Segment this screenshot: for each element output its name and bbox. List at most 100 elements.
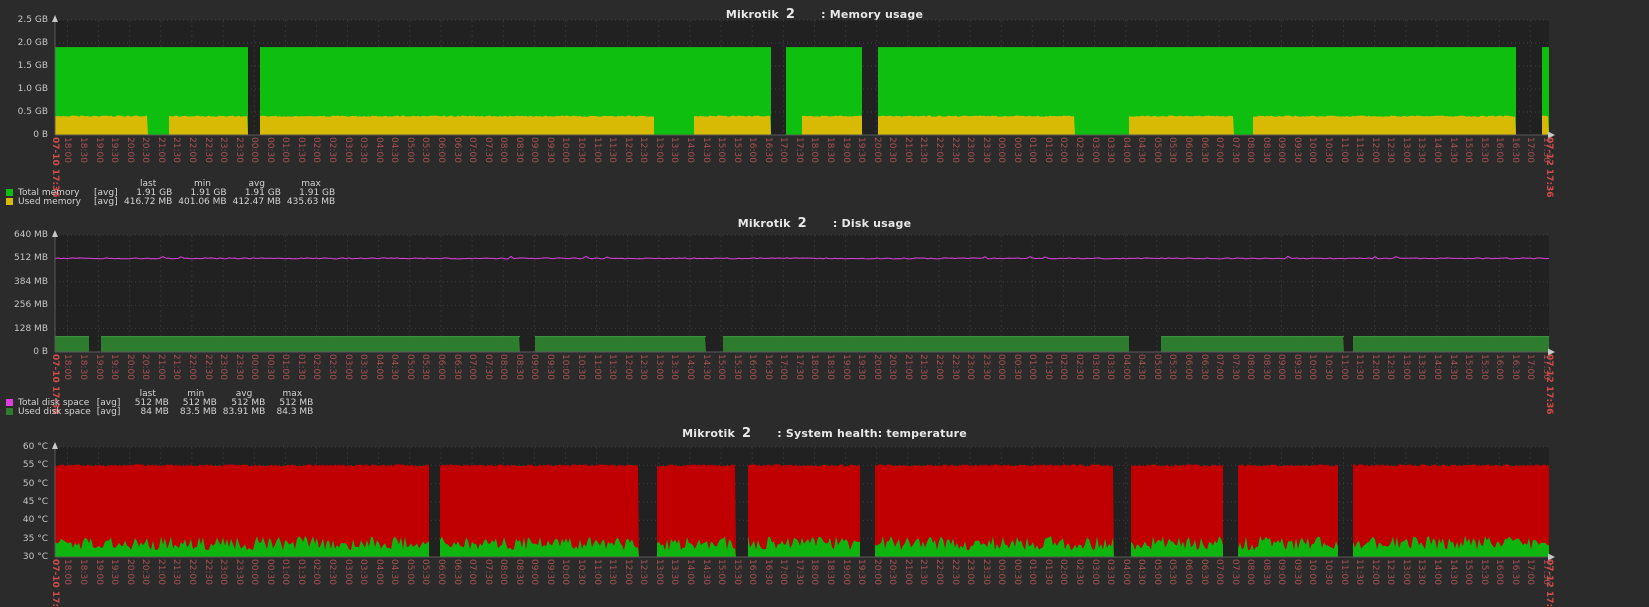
time-axis-tick-label: 09:00 [1276, 354, 1287, 380]
time-axis-tick-label: 15:00 [1463, 137, 1474, 163]
time-axis-tick-label: 16:00 [747, 137, 758, 163]
time-axis-tick-label: 14:00 [684, 137, 695, 163]
time-axis-tick-label: 23:30 [980, 354, 991, 380]
graph-canvas [52, 442, 1555, 561]
time-axis-tick-label: 13:30 [1416, 137, 1427, 163]
legend-stat-min: 83.5 MB [179, 407, 217, 417]
time-axis-tick-label: 19:00 [93, 559, 104, 585]
time-axis-tick-label: 22:30 [949, 559, 960, 585]
time-axis-tick-label: 19:00 [840, 354, 851, 380]
time-axis-tick-label: 10:00 [560, 559, 571, 585]
time-axis-tick-label: 05:00 [1151, 137, 1162, 163]
graph-legend: last min avg max Total disk space [avg] 512 MB… [3, 390, 316, 417]
time-axis-tick-label: 02:30 [327, 137, 337, 163]
time-axis-tick-label: 12:30 [1385, 559, 1396, 585]
disk-graph-plot[interactable] [52, 230, 1555, 356]
time-axis-tick-label: 14:30 [700, 559, 711, 585]
time-axis-tick-label: 18:30 [78, 559, 88, 585]
time-axis-tick-label: 01:30 [1042, 137, 1053, 163]
time-axis-tick-label: 20:00 [871, 137, 882, 163]
legend-stat-avg: 412.47 MB [232, 197, 281, 207]
time-axis-tick-label: 10:00 [560, 137, 571, 163]
time-axis-tick-label: 00:30 [264, 137, 275, 163]
time-axis-tick-label: 09:30 [544, 559, 555, 585]
time-axis-tick-label: 13:00 [1400, 559, 1411, 585]
time-axis-tick-label: 21:30 [918, 137, 929, 163]
time-axis-tick-label: 14:00 [684, 354, 695, 380]
time-axis-tick-label: 15:00 [716, 137, 727, 163]
time-axis-tick-label: 14:30 [700, 354, 711, 380]
time-axis-tick-label: 15:30 [731, 559, 742, 585]
time-axis-tick-label: 15:00 [716, 559, 727, 585]
time-axis-tick-label: 17:30 [1540, 559, 1551, 585]
time-axis-tick-label: 07:00 [467, 354, 478, 380]
time-axis-tick-label: 16:00 [1494, 137, 1505, 163]
time-axis-tick-label: 02:00 [1058, 137, 1069, 163]
time-axis-tick-label: 07:00 [1214, 137, 1225, 163]
time-axis-tick-label: 00:00 [996, 559, 1007, 585]
time-axis-tick-label: 08:00 [1245, 559, 1256, 585]
time-axis-tick-label: 00:00 [249, 354, 260, 380]
memory-graph-plot[interactable] [52, 15, 1555, 139]
time-axis-tick-label: 19:30 [856, 137, 867, 163]
graph-name: : Disk usage [832, 217, 912, 230]
time-axis-tick-label: 07:00 [1214, 559, 1225, 585]
time-axis-tick-label: 13:30 [1416, 354, 1427, 380]
time-axis-tick-label: 07:00 [1214, 354, 1225, 380]
time-axis-tick-label: 08:00 [498, 559, 509, 585]
y-axis-tick-label: 512 MB [14, 253, 48, 264]
time-axis-tick-label: 06:30 [1198, 354, 1209, 380]
time-axis-tick-label: 15:30 [731, 354, 742, 380]
legend-stat-max: 435.63 MB [286, 197, 336, 207]
host-name: Mikrotik [737, 217, 791, 230]
legend-stat-min: 401.06 MB [178, 197, 227, 207]
time-axis-tick-label: 22:00 [186, 354, 197, 380]
time-axis-tick-label: 10:00 [1307, 137, 1318, 163]
time-axis-tick-label: 10:30 [1323, 559, 1333, 585]
time-axis-tick-label: 18:00 [62, 137, 73, 163]
time-axis-tick-label: 04:30 [1136, 137, 1147, 163]
time-axis-tick-label: 06:00 [435, 137, 446, 163]
time-axis-tick-label: 05:30 [1167, 559, 1178, 585]
time-axis-tick-label: 13:00 [1400, 137, 1411, 163]
time-axis-tick-label: 01:30 [295, 354, 306, 380]
time-axis-tick-label: 11:30 [607, 559, 618, 585]
time-axis-tick-label: 09:30 [1291, 354, 1302, 380]
time-axis-tick-label: 03:00 [342, 354, 353, 380]
time-axis-tick-label: 09:00 [529, 559, 540, 585]
time-axis-tick-label: 14:30 [700, 137, 711, 163]
time-axis-tick-label: 00:00 [996, 137, 1007, 163]
time-axis-tick-label: 02:30 [1074, 354, 1084, 380]
time-axis-tick-label: 23:30 [233, 137, 244, 163]
time-axis-tick-label: 22:00 [933, 137, 944, 163]
time-axis-tick-label: 23:30 [980, 559, 991, 585]
time-axis-tick-label: 12:00 [622, 559, 633, 585]
time-axis-tick-label: 07:30 [1229, 137, 1240, 163]
time-axis-tick-label: 05:30 [420, 137, 431, 163]
y-axis-tick-label: 40 °C [22, 515, 48, 526]
legend-table: last min avg max Total disk space [avg] 512 MB… [3, 390, 316, 417]
time-axis-tick-label: 10:00 [1307, 354, 1318, 380]
time-axis-tick-label: 03:00 [1089, 137, 1100, 163]
temperature-graph-plot[interactable] [52, 442, 1555, 561]
time-axis-tick-label: 01:30 [1042, 559, 1053, 585]
graph-title: Mikrotik 2: System health: temperature [0, 426, 1649, 441]
host-name: Mikrotik [682, 427, 736, 440]
time-axis-tick-label: 23:00 [218, 354, 229, 380]
time-axis-tick-label: 10:30 [1323, 137, 1333, 163]
time-axis-tick-label: 13:00 [653, 137, 664, 163]
time-axis-tick-label: 20:00 [871, 559, 882, 585]
time-axis-tick-label: 03:00 [342, 137, 353, 163]
y-axis-tick-label: 45 °C [22, 497, 48, 507]
time-axis-tick-label: 07:30 [482, 137, 493, 163]
time-axis-tick-label: 17:00 [1525, 137, 1536, 163]
time-axis-tick-label: 06:00 [1182, 354, 1193, 380]
time-axis-tick-label: 14:30 [1447, 354, 1458, 380]
graph-title: Mikrotik 2: Disk usage [0, 216, 1649, 231]
time-axis-tick-label: 21:00 [902, 137, 913, 163]
time-axis-tick-label: 22:30 [202, 137, 213, 163]
y-axis-tick-label: 60 °C [22, 442, 48, 452]
time-axis-tick-label: 22:00 [186, 559, 197, 585]
time-axis-tick-label: 04:00 [1120, 354, 1131, 380]
time-axis-tick-label: 16:30 [762, 137, 773, 163]
